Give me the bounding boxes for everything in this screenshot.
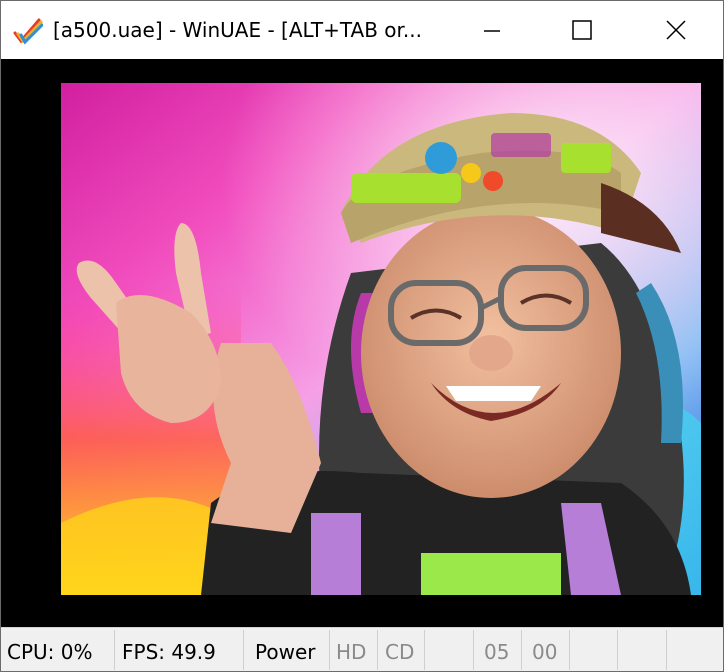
status-separator: [243, 630, 244, 670]
power-led[interactable]: Power: [255, 628, 315, 671]
maximize-button[interactable]: [559, 1, 605, 59]
status-separator: [424, 630, 425, 670]
cpu-usage: CPU: 0%: [7, 640, 93, 664]
maximize-icon: [572, 20, 592, 40]
status-separator: [377, 630, 378, 670]
winuae-window: [a500.uae] - WinUAE - [ALT+TAB or... CPU…: [0, 0, 724, 672]
status-separator: [114, 630, 115, 670]
minimize-button[interactable]: [469, 1, 515, 59]
status-separator: [329, 630, 330, 670]
df1-track[interactable]: 00: [532, 628, 557, 671]
winuae-checkmark-icon: [13, 18, 43, 45]
status-separator: [617, 630, 618, 670]
status-separator: [569, 630, 570, 670]
fps-counter: FPS: 49.9: [122, 640, 216, 664]
status-separator: [473, 630, 474, 670]
df0-track[interactable]: 05: [484, 628, 509, 671]
cd-led[interactable]: CD: [385, 628, 414, 671]
hd-led[interactable]: HD: [336, 628, 366, 671]
emulator-display[interactable]: [1, 59, 723, 627]
status-bar: CPU: 0% FPS: 49.9 Power HD CD 05 00: [1, 627, 723, 671]
status-separator: [666, 630, 667, 670]
window-title: [a500.uae] - WinUAE - [ALT+TAB or...: [53, 18, 422, 42]
amiga-guru-illustration: [61, 83, 701, 595]
minimize-icon: [484, 30, 500, 32]
status-separator: [521, 630, 522, 670]
close-icon: [666, 20, 686, 40]
close-button[interactable]: [653, 1, 699, 59]
title-bar[interactable]: [a500.uae] - WinUAE - [ALT+TAB or...: [1, 1, 723, 59]
